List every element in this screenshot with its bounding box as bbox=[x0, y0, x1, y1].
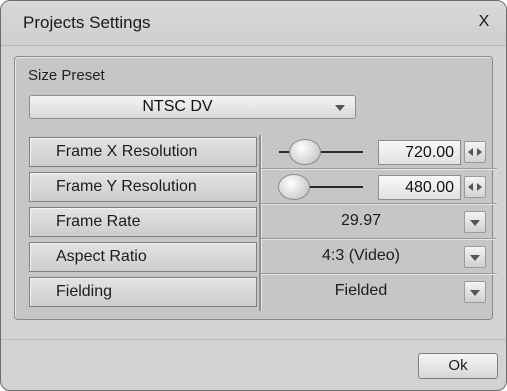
chevron-down-icon bbox=[470, 220, 480, 226]
close-button[interactable]: X bbox=[474, 13, 494, 33]
size-preset-value: NTSC DV bbox=[142, 98, 213, 115]
aspect-ratio-label: Aspect Ratio bbox=[29, 242, 257, 272]
fielding-dropdown-button[interactable] bbox=[464, 281, 486, 303]
fielding-value[interactable]: Fielded bbox=[263, 282, 459, 300]
size-preset-dropdown[interactable]: NTSC DV bbox=[29, 95, 356, 119]
frame-y-value-field[interactable]: 480.00 bbox=[378, 175, 461, 200]
aspect-ratio-value[interactable]: 4:3 (Video) bbox=[263, 247, 459, 265]
spin-arrows-icon bbox=[468, 148, 482, 156]
frame-rate-dropdown-button[interactable] bbox=[464, 211, 486, 233]
fielding-label: Fielding bbox=[29, 277, 257, 307]
projects-settings-dialog: Projects Settings X Size Preset NTSC DV … bbox=[0, 0, 507, 391]
spin-arrows-icon bbox=[468, 183, 482, 191]
frame-x-resolution-label: Frame X Resolution bbox=[29, 137, 257, 167]
title-bar[interactable]: Projects Settings X bbox=[1, 1, 506, 46]
frame-rate-value[interactable]: 29.97 bbox=[263, 212, 459, 230]
frame-y-resolution-label: Frame Y Resolution bbox=[29, 172, 257, 202]
settings-grid: Frame X Resolution 720.00 Frame Y Resolu… bbox=[27, 135, 505, 311]
frame-x-slider-thumb[interactable] bbox=[289, 139, 322, 165]
footer-divider bbox=[1, 339, 506, 340]
dialog-title: Projects Settings bbox=[23, 13, 151, 32]
frame-y-slider-thumb[interactable] bbox=[278, 174, 311, 200]
frame-y-spin-button[interactable] bbox=[464, 176, 486, 198]
aspect-ratio-dropdown-button[interactable] bbox=[464, 246, 486, 268]
size-preset-label: Size Preset bbox=[28, 67, 105, 84]
chevron-down-icon bbox=[335, 105, 345, 111]
frame-rate-label: Frame Rate bbox=[29, 207, 257, 237]
frame-x-spin-button[interactable] bbox=[464, 141, 486, 163]
ok-button[interactable]: Ok bbox=[418, 353, 498, 379]
chevron-down-icon bbox=[470, 290, 480, 296]
chevron-down-icon bbox=[470, 255, 480, 261]
frame-x-value-field[interactable]: 720.00 bbox=[378, 140, 461, 165]
